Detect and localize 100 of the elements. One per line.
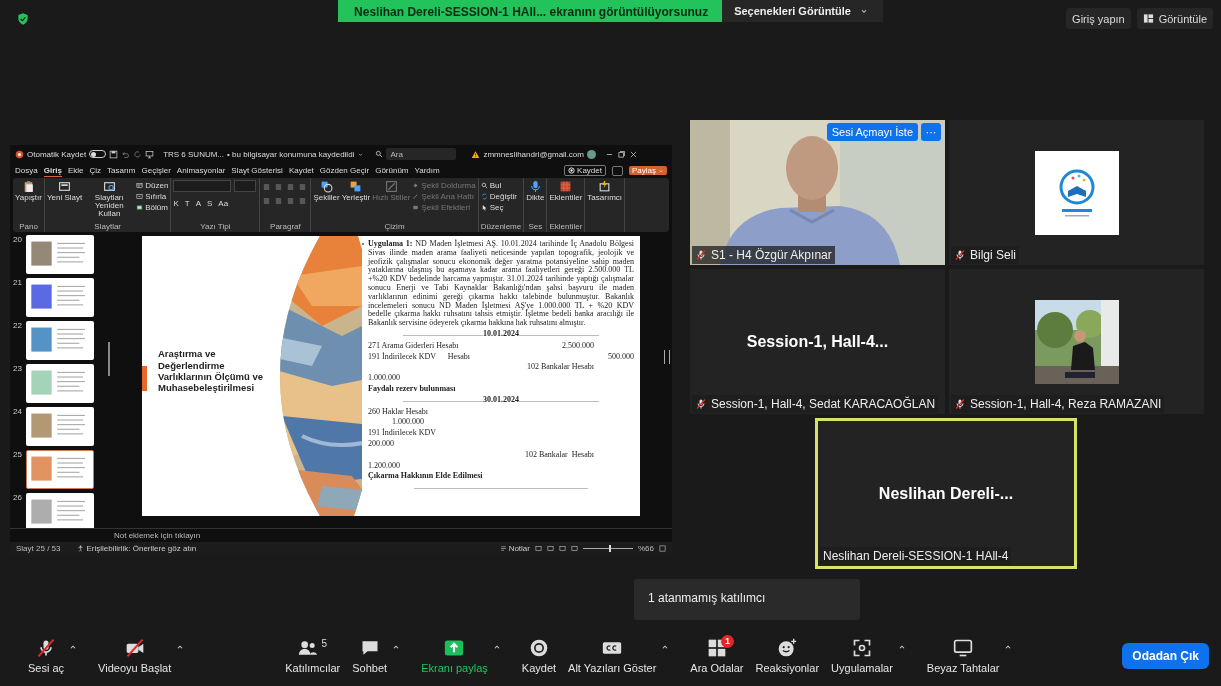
toolbar-button[interactable]: Reaksiyonlar — [749, 634, 826, 678]
ribbon-tab[interactable]: Geçişler — [141, 164, 171, 177]
splitter-handle[interactable] — [664, 350, 670, 364]
ribbon-button[interactable]: Bölüm — [136, 202, 169, 213]
slider-thumb[interactable] — [609, 545, 612, 552]
format-button[interactable]: Aa — [218, 199, 229, 208]
slide-thumbnail[interactable] — [26, 450, 94, 489]
format-button[interactable]: S — [207, 199, 213, 208]
font-size-field[interactable] — [234, 180, 257, 192]
ribbon-tab[interactable]: Ekle — [67, 164, 84, 177]
toolbar-button[interactable]: Ekranı paylaş — [415, 634, 494, 678]
search-field[interactable]: Ara — [386, 148, 457, 160]
ribbon-tab[interactable]: Giriş — [43, 164, 62, 177]
slide-heading: Faydalı rezerv bulunması — [368, 383, 456, 393]
section-icon — [136, 204, 144, 211]
format-button[interactable]: A — [195, 199, 201, 208]
slide-thumbnail[interactable] — [26, 278, 94, 317]
name-label: Bilgi Seli — [951, 246, 1020, 264]
apps-icon — [852, 638, 872, 658]
toolbar-button[interactable]: 5 Katılımcılar — [279, 634, 347, 678]
restore-icon[interactable] — [616, 149, 626, 159]
comment-button[interactable] — [612, 165, 623, 176]
pen-icon — [412, 193, 420, 200]
ribbon-button[interactable]: Yapıştır — [15, 180, 42, 202]
save-icon[interactable] — [109, 149, 119, 159]
presentation-icon[interactable] — [145, 149, 155, 159]
ribbon-button[interactable]: Değiştir — [480, 191, 517, 202]
ribbon-tab[interactable]: Dosya — [15, 164, 38, 177]
view-button[interactable]: Görüntüle — [1136, 8, 1213, 29]
ask-unmute-button[interactable]: Sesi Açmayı İste — [826, 123, 918, 141]
slide-thumbnail[interactable] — [26, 235, 94, 274]
font-name-field[interactable] — [173, 180, 232, 192]
avatar[interactable] — [586, 149, 596, 159]
arrange-icon — [349, 180, 363, 193]
toolbar-button[interactable]: Videoyu Başlat — [92, 634, 178, 678]
ribbon-button[interactable]: Yerleştir — [341, 180, 371, 202]
effects-icon — [412, 204, 420, 211]
ribbon-tab[interactable]: Görünüm — [375, 164, 409, 177]
ribbon-tab[interactable]: Kaydet — [288, 164, 314, 177]
leave-button[interactable]: Odadan Çık — [1122, 643, 1209, 669]
tooltip: 1 atanmamış katılımcı — [634, 579, 860, 620]
ribbon-tab[interactable]: Animasyonlar — [176, 164, 226, 177]
ribbon-button[interactable]: Yeni Slayt — [47, 180, 83, 202]
participant-name: Session-1, Hall-4... — [746, 332, 889, 351]
ribbon-tab[interactable]: Gözden Geçir — [319, 164, 370, 177]
ribbon-button[interactable]: Slaytları Yeniden Kullan — [84, 180, 135, 218]
sharing-banner: Neslihan Dereli-SESSION-1 HAll... ekranını görüntülüyorsunuz — [338, 0, 723, 22]
dotted-line: ....................................................................................... — [414, 482, 588, 492]
entry-text: 102 Bankalar Hesabı — [523, 450, 594, 460]
ribbon-button[interactable]: Dikte — [526, 180, 545, 202]
notes-button[interactable]: Notlar — [499, 544, 530, 553]
entry-text: 260 Haklar Hesabı — [368, 407, 429, 417]
undo-icon[interactable] — [121, 149, 131, 159]
toolbar-button[interactable]: Uygulamalar — [825, 634, 899, 678]
toolbar-button[interactable]: Beyaz Tahtalar — [920, 634, 1006, 678]
more-button[interactable]: ··· — [921, 123, 941, 141]
fit-icon[interactable] — [659, 545, 666, 552]
ribbon-button[interactable]: Düzen — [136, 180, 169, 191]
toolbar-button[interactable]: Sohbet — [346, 634, 394, 678]
slide-thumbnail[interactable] — [26, 493, 94, 528]
slide-counter: Slayt 25 / 53 — [16, 544, 61, 553]
ribbon-button[interactable]: Bul — [480, 180, 517, 191]
dotted-line: ........................................30.01.2024........................................ — [403, 394, 599, 404]
view-options-button[interactable]: Seçenekleri Görüntüle — [722, 0, 883, 22]
notification-badge: 1 — [720, 635, 734, 648]
toolbar-button[interactable]: Alt Yazıları Göster — [562, 634, 663, 678]
ribbon-button[interactable]: Tasarımcı — [587, 180, 622, 202]
slide-thumbnail[interactable] — [26, 407, 94, 446]
slide-number: 21 — [12, 278, 22, 289]
toolbar-button[interactable]: Kaydet — [515, 634, 563, 678]
record-button[interactable]: Kaydet — [564, 165, 606, 176]
zoom-level: %66 — [638, 544, 654, 553]
format-button[interactable]: T — [184, 199, 190, 208]
ribbon-tab[interactable]: Slayt Gösterisi — [231, 164, 283, 177]
layout-icon — [1142, 13, 1154, 24]
toolbar-button[interactable]: Sesi aç — [22, 634, 71, 678]
name-label: Neslihan Dereli-SESSION-1 HAll-4 — [820, 547, 1012, 565]
group-label: Paragraf — [269, 222, 302, 231]
ribbon-button[interactable]: Sıfırla — [136, 191, 169, 202]
format-button[interactable]: K — [173, 199, 179, 208]
toolbar-button[interactable]: 1 Ara Odalar — [684, 634, 750, 678]
slide-thumbnail[interactable] — [26, 364, 94, 403]
shapes-icon — [320, 180, 333, 193]
share-button[interactable]: Paylaş — [629, 166, 667, 175]
accessibility-button[interactable]: Erişilebilirlik: Önerilere göz atın — [77, 544, 197, 553]
ribbon-button[interactable]: Seç — [480, 202, 517, 213]
ribbon-tab[interactable]: Çiz — [89, 164, 102, 177]
save-status[interactable]: • bu bilgisayar konumuna kaydedildi — [227, 149, 355, 159]
ribbon-button[interactable]: Eklentiler — [549, 180, 583, 202]
ribbon-button[interactable]: Şekiller — [313, 180, 340, 202]
sign-in-button[interactable]: Giriş yapın — [1066, 8, 1131, 29]
slide-thumbnail[interactable] — [26, 321, 94, 360]
name-label: Session-1, Hall-4, Reza RAMAZANI — [951, 395, 1165, 413]
ribbon-tab[interactable]: Yardım — [414, 164, 440, 177]
shield-icon — [16, 12, 30, 26]
entry-text: 102 Bankalar Hesabı — [525, 363, 594, 373]
ribbon-tab[interactable]: Tasarım — [107, 164, 136, 177]
replace-icon — [480, 193, 488, 200]
close-icon[interactable] — [628, 149, 638, 159]
slide-number: 25 — [12, 450, 22, 461]
